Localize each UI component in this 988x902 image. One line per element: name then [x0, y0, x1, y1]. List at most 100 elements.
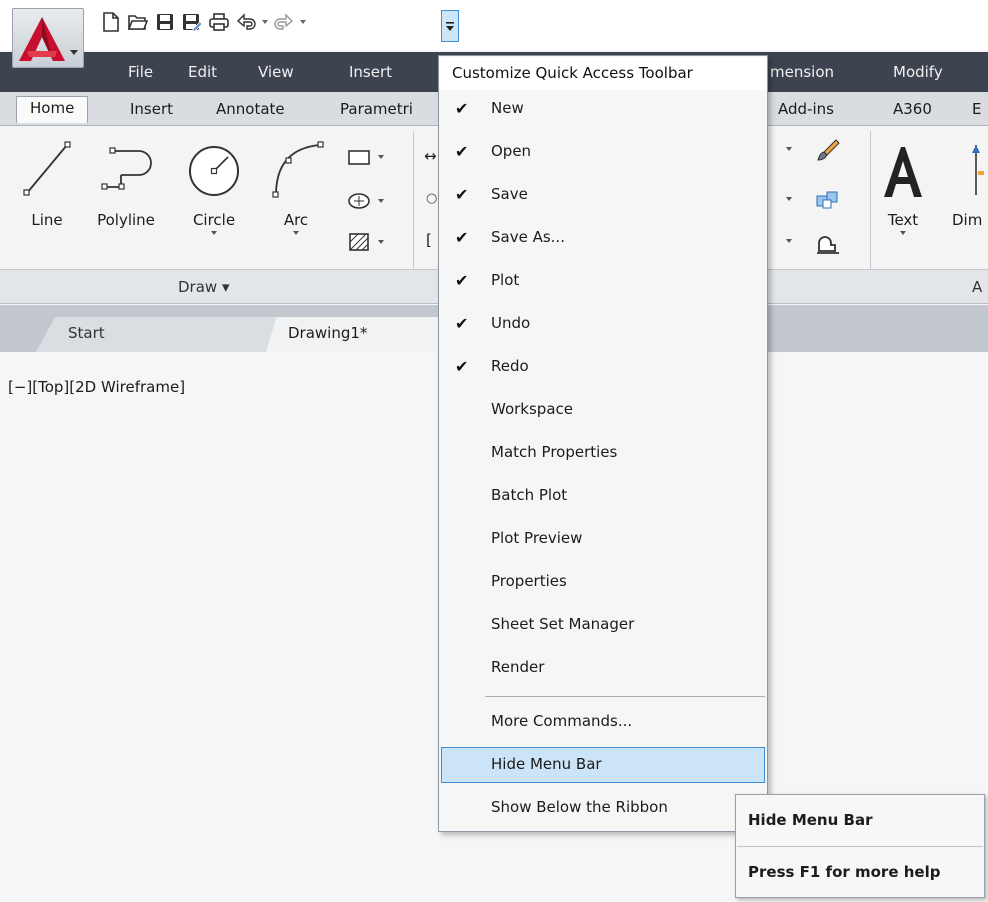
match-properties-button[interactable] [814, 137, 842, 169]
draw-panel-title[interactable]: Draw ▾ [178, 278, 230, 296]
circle-tool-button[interactable]: Circle [182, 135, 246, 235]
line-tool-button[interactable]: Line [16, 135, 78, 229]
text-tool-button[interactable]: Text [878, 135, 928, 235]
annotation-panel-title[interactable]: A [972, 278, 982, 296]
menu-item-workspace[interactable]: Workspace [441, 392, 765, 428]
chevron-down-icon [900, 231, 906, 235]
text-icon [884, 147, 922, 197]
tooltip-title: Hide Menu Bar [748, 811, 873, 829]
undo-dropdown[interactable] [259, 6, 270, 38]
arc-label: Arc [283, 211, 309, 229]
tooltip-help: Press F1 for more help [748, 863, 941, 881]
circle-label: Circle [192, 211, 236, 229]
tab-home[interactable]: Home [16, 96, 89, 123]
menu-item-sheet-set-manager[interactable]: Sheet Set Manager [441, 607, 765, 643]
tab-express[interactable]: E [972, 100, 981, 118]
redo-icon[interactable] [270, 6, 297, 38]
save-icon[interactable] [151, 6, 178, 38]
chevron-down-icon [70, 50, 78, 55]
menu-item-save-as[interactable]: ✔ Save As... [441, 220, 765, 256]
tab-drawing1[interactable]: Drawing1* [266, 317, 441, 352]
open-icon[interactable] [124, 6, 151, 38]
circle-icon [189, 146, 239, 196]
tab-parametric[interactable]: Parametri [340, 100, 413, 118]
quick-access-toolbar [97, 4, 308, 40]
menu-item-open[interactable]: ✔ Open [441, 134, 765, 170]
hatch-icon [349, 233, 369, 251]
region-icon [817, 236, 839, 254]
customize-qat-button[interactable] [441, 10, 459, 42]
arc-icon [272, 141, 324, 198]
menu-edit[interactable]: Edit [188, 63, 217, 81]
region-button[interactable] [814, 231, 842, 261]
checkmark-icon: ✔ [455, 99, 469, 118]
customize-qat-icon [446, 22, 454, 31]
menu-item-redo[interactable]: ✔ Redo [441, 349, 765, 385]
checkmark-icon: ✔ [455, 185, 469, 204]
tab-add-ins[interactable]: Add-ins [778, 100, 834, 118]
application-menu-button[interactable] [12, 8, 84, 68]
move-icon: ↔ [424, 147, 437, 165]
polyline-icon [101, 147, 152, 190]
checkmark-icon: ✔ [455, 228, 469, 247]
menu-item-more-commands[interactable]: More Commands... [441, 704, 765, 740]
checkmark-icon: ✔ [455, 271, 469, 290]
menu-modify[interactable]: Modify [893, 63, 943, 81]
checkmark-icon: ✔ [455, 142, 469, 161]
chevron-down-icon [211, 231, 217, 235]
chevron-down-icon [293, 231, 299, 235]
polyline-label: Polyline [97, 211, 155, 229]
redo-dropdown[interactable] [297, 6, 308, 38]
ellipse-tool-button[interactable] [346, 191, 384, 211]
menu-item-undo[interactable]: ✔ Undo [441, 306, 765, 342]
dimension-label: Dim [952, 211, 983, 229]
arc-tool-button[interactable]: Arc [264, 135, 328, 235]
viewport-controls[interactable]: [−][Top][2D Wireframe] [8, 378, 185, 396]
menu-item-show-below-ribbon[interactable]: Show Below the Ribbon [441, 790, 765, 826]
undo-icon[interactable] [232, 6, 259, 38]
block-button[interactable] [814, 187, 842, 217]
tooltip-separator [737, 846, 983, 847]
tab-a360[interactable]: A360 [893, 100, 932, 118]
dimension-tool-button[interactable]: Dim [952, 135, 988, 229]
rectangle-icon [348, 150, 370, 165]
new-icon[interactable] [97, 6, 124, 38]
menu-insert[interactable]: Insert [349, 63, 392, 81]
menu-item-batch-plot[interactable]: Batch Plot [441, 478, 765, 514]
polyline-tool-button[interactable]: Polyline [86, 135, 166, 229]
autocad-logo-icon [19, 17, 65, 61]
menu-view[interactable]: View [258, 63, 294, 81]
menu-item-match-properties[interactable]: Match Properties [441, 435, 765, 471]
plot-icon[interactable] [205, 6, 232, 38]
dimension-icon [972, 145, 984, 195]
block-icon [816, 191, 838, 209]
line-icon [23, 141, 71, 196]
hatch-tool-button[interactable] [346, 231, 384, 253]
title-bar [0, 0, 988, 68]
tab-annotate[interactable]: Annotate [216, 100, 285, 118]
menu-title: Customize Quick Access Toolbar [440, 57, 766, 90]
menu-item-plot-preview[interactable]: Plot Preview [441, 521, 765, 557]
menu-item-plot[interactable]: ✔ Plot [441, 263, 765, 299]
menu-item-new[interactable]: ✔ New [441, 91, 765, 127]
menu-item-save[interactable]: ✔ Save [441, 177, 765, 213]
checkmark-icon: ✔ [455, 357, 469, 376]
customize-qat-menu: Customize Quick Access Toolbar ✔ New ✔ Ope… [438, 55, 768, 832]
menu-item-render[interactable]: Render [441, 650, 765, 686]
tooltip: Hide Menu Bar Press F1 for more help [735, 794, 985, 898]
menu-file[interactable]: File [128, 63, 153, 81]
tab-start[interactable]: Start [36, 317, 276, 352]
menu-item-hide-menu-bar[interactable]: Hide Menu Bar [441, 747, 765, 783]
menu-item-properties[interactable]: Properties [441, 564, 765, 600]
paintbrush-icon [817, 139, 840, 161]
save-as-icon[interactable] [178, 6, 205, 38]
menu-dimension[interactable]: mension [770, 63, 834, 81]
chevron-down-icon [786, 197, 792, 201]
chevron-down-icon [786, 239, 792, 243]
tab-insert[interactable]: Insert [130, 100, 173, 118]
line-label: Line [31, 211, 63, 229]
rectangle-tool-button[interactable] [346, 147, 384, 167]
text-label: Text [887, 211, 919, 229]
checkmark-icon: ✔ [455, 314, 469, 333]
menu-separator [485, 696, 765, 697]
